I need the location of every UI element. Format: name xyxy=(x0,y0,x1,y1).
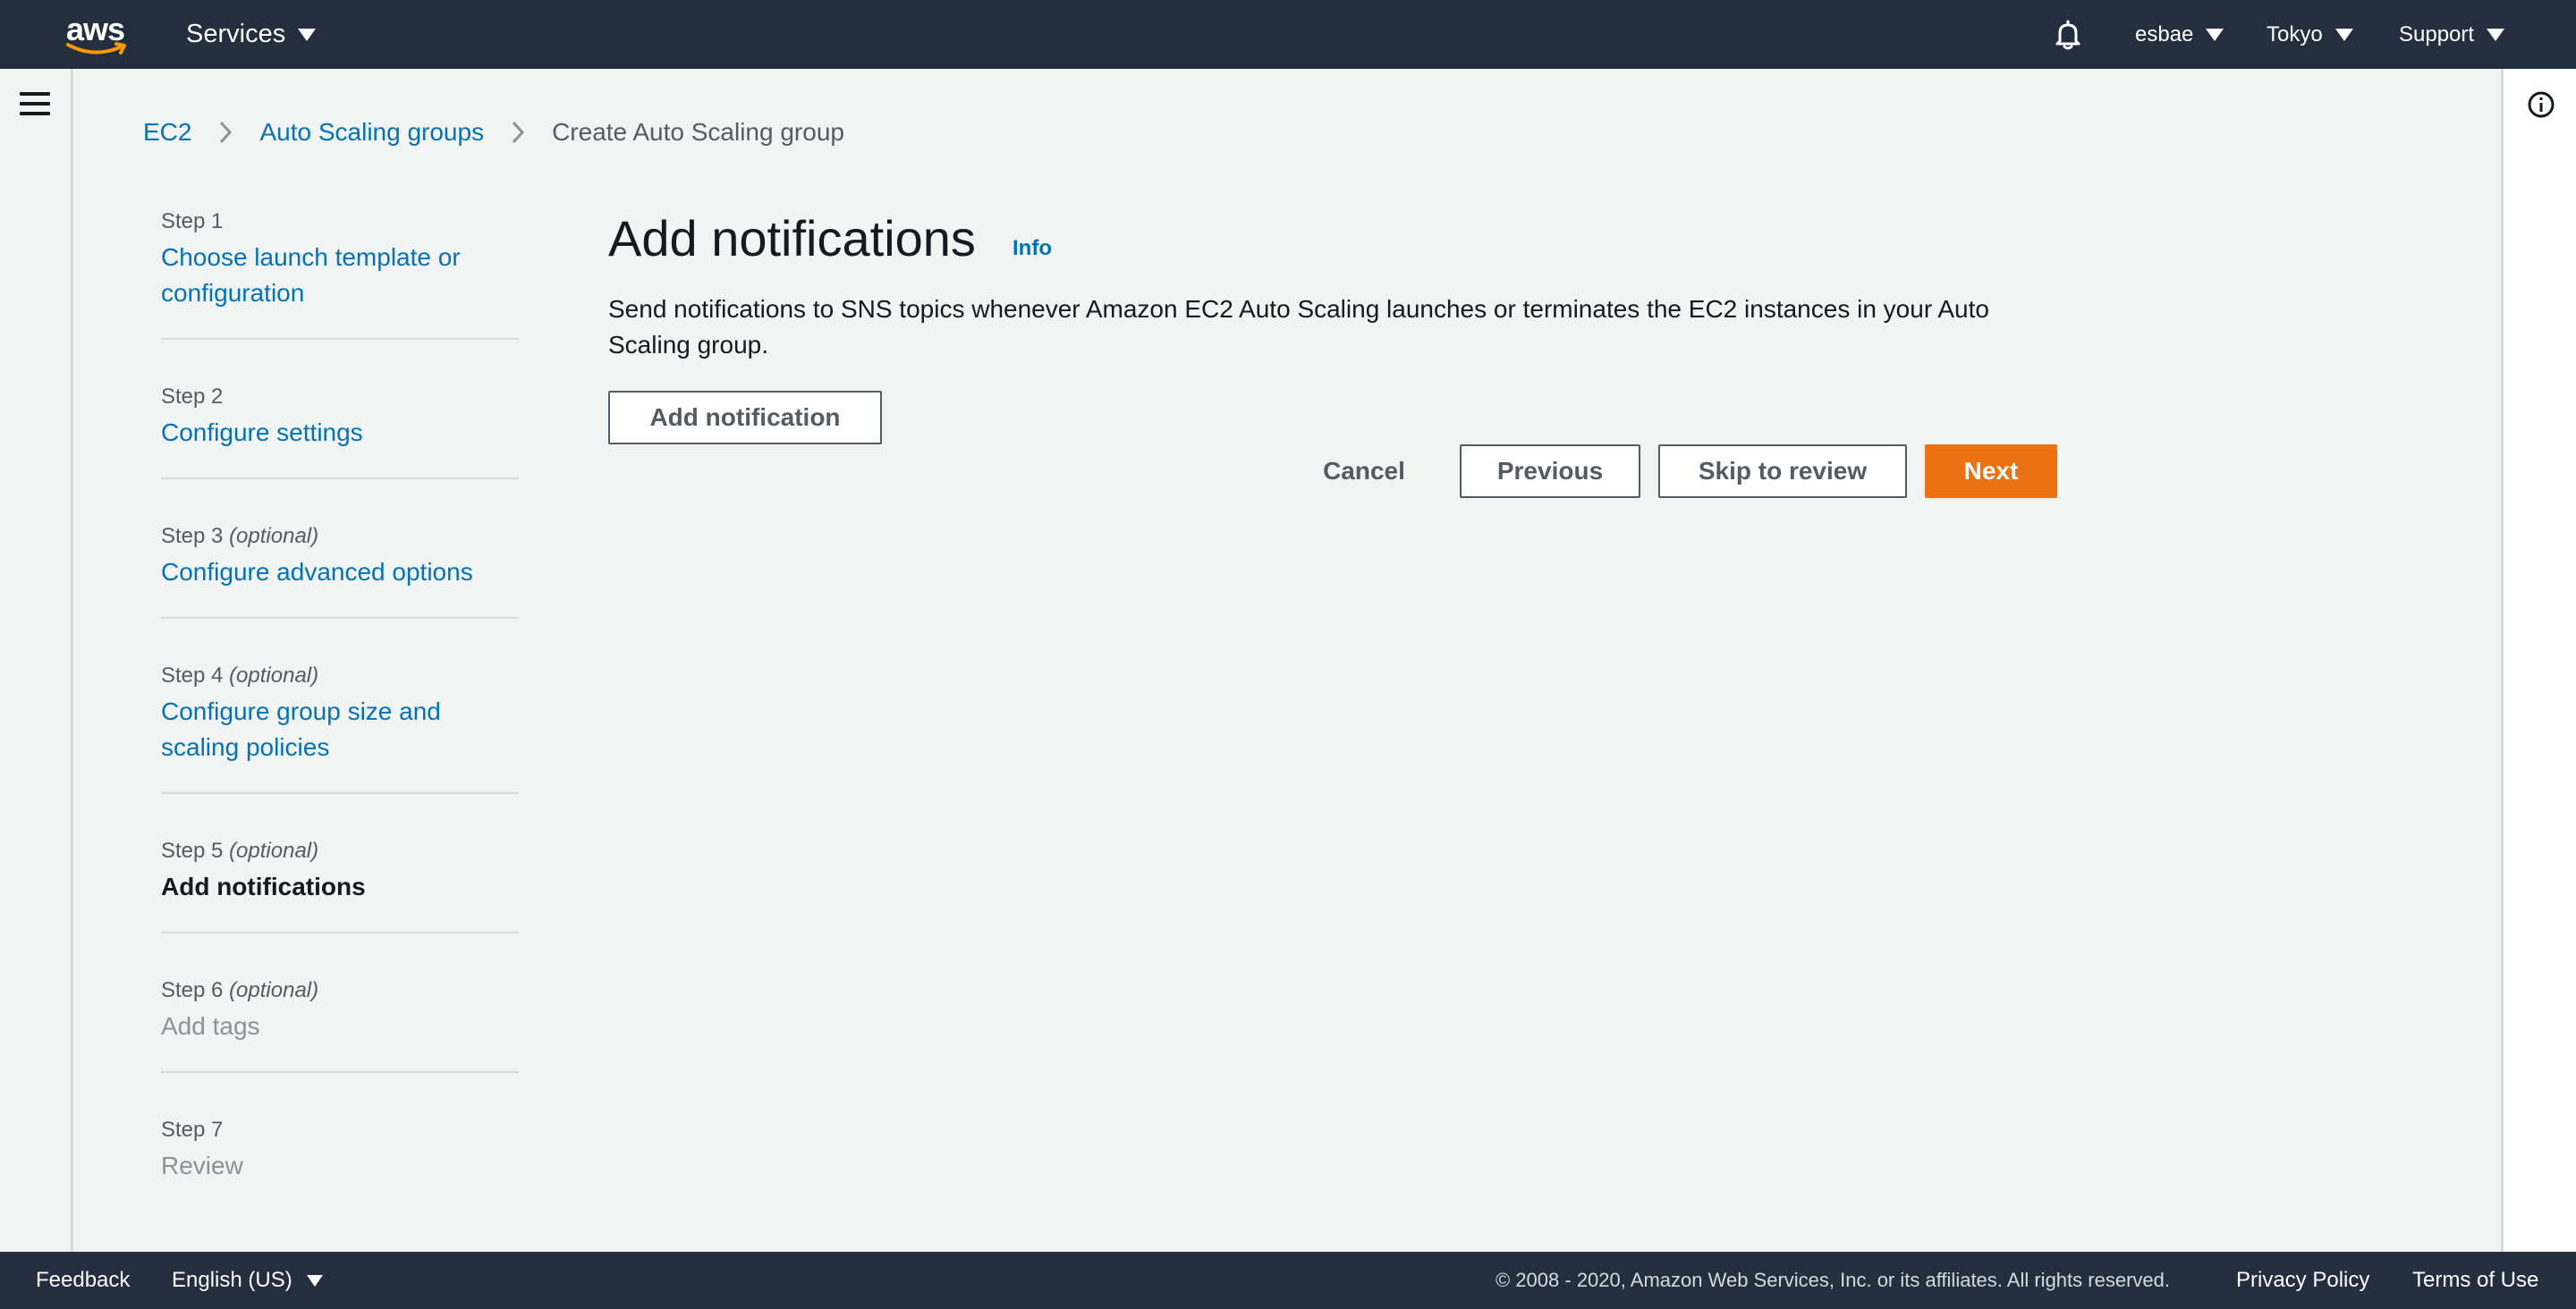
step-1: Step 1 Choose launch template or configu… xyxy=(161,204,519,340)
skip-to-review-button[interactable]: Skip to review xyxy=(1658,444,1907,498)
step-number: Step 4 (optional) xyxy=(161,663,319,688)
account-label: esbae xyxy=(2135,21,2194,46)
caret-down-icon xyxy=(298,28,317,41)
step-title-configure-settings[interactable]: Configure settings xyxy=(161,415,519,451)
step-7: Step 7 Review xyxy=(161,1112,519,1211)
menu-icon[interactable] xyxy=(20,92,50,119)
region-menu[interactable]: Tokyo xyxy=(2267,0,2353,69)
breadcrumb-auto-scaling-groups[interactable]: Auto Scaling groups xyxy=(259,118,484,147)
aws-logo[interactable]: aws xyxy=(64,9,129,59)
step-number: Step 6 (optional) xyxy=(161,978,319,1002)
privacy-policy-link[interactable]: Privacy Policy xyxy=(2236,1252,2369,1309)
step-title-configure-advanced-options[interactable]: Configure advanced options xyxy=(161,554,519,590)
side-navigation-collapsed xyxy=(0,69,73,1252)
info-link[interactable]: Info xyxy=(1013,236,1052,261)
next-button[interactable]: Next xyxy=(1925,444,2057,498)
previous-button[interactable]: Previous xyxy=(1460,444,1640,498)
step-title-choose-launch-template[interactable]: Choose launch template or configuration xyxy=(161,240,519,311)
account-menu[interactable]: esbae xyxy=(2135,0,2224,69)
step-number: Step 3 (optional) xyxy=(161,524,319,548)
aws-smile-icon xyxy=(66,42,126,55)
step-title-add-notifications: Add notifications xyxy=(161,873,366,900)
step-number: Step 1 xyxy=(161,209,224,233)
services-menu[interactable]: Services xyxy=(186,0,317,69)
step-title-configure-group-size[interactable]: Configure group size and scaling policie… xyxy=(161,694,465,765)
caret-down-icon xyxy=(2487,28,2505,41)
step-title-review: Review xyxy=(161,1152,243,1179)
chevron-right-icon xyxy=(507,120,529,145)
wizard-steps: Step 1 Choose launch template or configu… xyxy=(161,204,519,1250)
language-label: English (US) xyxy=(172,1268,292,1292)
notifications-button[interactable] xyxy=(2050,0,2086,69)
breadcrumb-ec2[interactable]: EC2 xyxy=(143,118,191,147)
step-4: Step 4 (optional) Configure group size a… xyxy=(161,658,519,794)
support-menu[interactable]: Support xyxy=(2399,0,2505,69)
feedback-link[interactable]: Feedback xyxy=(36,1252,130,1309)
step-6: Step 6 (optional) Add tags xyxy=(161,973,519,1073)
step-2: Step 2 Configure settings xyxy=(161,379,519,479)
breadcrumb-current: Create Auto Scaling group xyxy=(552,118,844,146)
step-3: Step 3 (optional) Configure advanced opt… xyxy=(161,519,519,619)
caret-down-icon xyxy=(306,1274,323,1287)
language-selector[interactable]: English (US) xyxy=(172,1252,323,1309)
step-number: Step 7 xyxy=(161,1118,224,1142)
breadcrumb: EC2 Auto Scaling groups Create Auto Scal… xyxy=(143,114,844,150)
chevron-right-icon xyxy=(215,120,236,145)
help-panel-collapsed xyxy=(2501,69,2576,1252)
services-label: Services xyxy=(186,20,286,48)
step-5: Step 5 (optional) Add notifications xyxy=(161,833,519,933)
top-navigation: aws Services esbae Tokyo Support xyxy=(0,0,2576,69)
support-label: Support xyxy=(2399,21,2475,46)
copyright-text: © 2008 - 2020, Amazon Web Services, Inc.… xyxy=(1496,1269,2170,1291)
caret-down-icon xyxy=(2334,28,2353,41)
region-label: Tokyo xyxy=(2267,21,2323,46)
add-notification-button[interactable]: Add notification xyxy=(608,391,882,444)
caret-down-icon xyxy=(2206,28,2224,41)
cancel-button[interactable]: Cancel xyxy=(1304,444,1424,498)
page-description: Send notifications to SNS topics wheneve… xyxy=(608,295,1989,359)
footer: Feedback English (US) © 2008 - 2020, Ama… xyxy=(0,1252,2576,1309)
terms-of-use-link[interactable]: Terms of Use xyxy=(2412,1252,2538,1309)
page-title: Add notifications xyxy=(608,210,976,266)
info-circle-icon[interactable] xyxy=(2527,90,2555,119)
step-number: Step 2 xyxy=(161,384,224,409)
step-title-add-tags: Add tags xyxy=(161,1012,260,1040)
step-number: Step 5 (optional) xyxy=(161,839,319,863)
notification-bell-icon xyxy=(2055,20,2080,49)
